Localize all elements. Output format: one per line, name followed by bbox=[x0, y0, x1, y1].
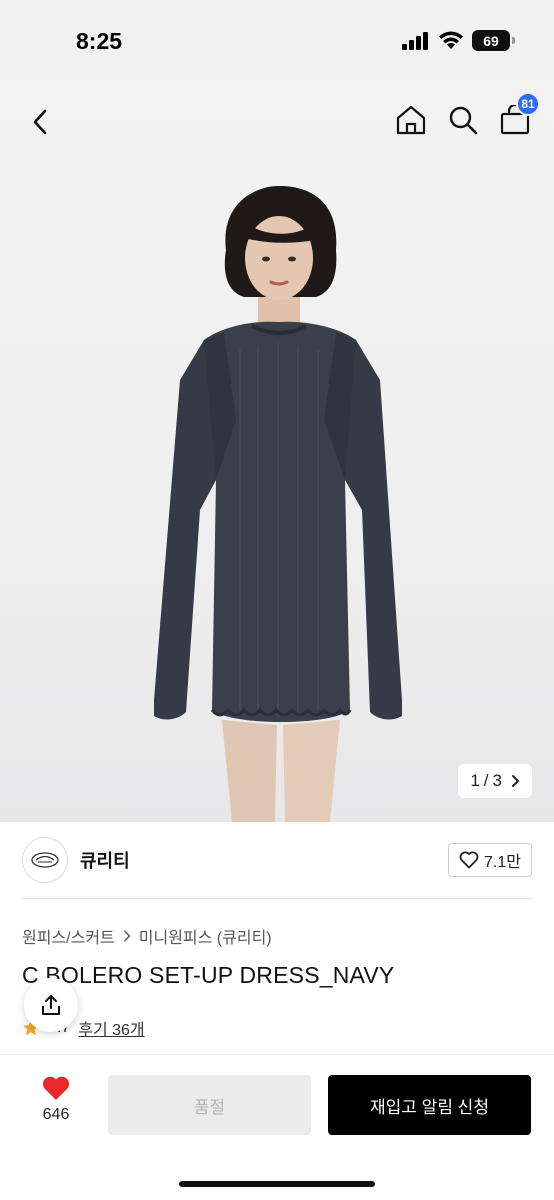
image-pager[interactable]: 1/3 bbox=[458, 764, 532, 798]
sold-out-button: 품절 bbox=[108, 1075, 311, 1135]
brand-row: 큐리티 7.1만 bbox=[22, 836, 532, 884]
product-like-count: 646 bbox=[42, 1106, 70, 1123]
bottom-action-bar: 646 품절 재입고 알림 신청 bbox=[0, 1054, 554, 1200]
brand-logo[interactable] bbox=[22, 837, 68, 883]
heart-outline-icon bbox=[459, 851, 479, 869]
brand-logo-icon bbox=[31, 852, 59, 868]
restock-alert-button[interactable]: 재입고 알림 신청 bbox=[328, 1075, 531, 1135]
cart-count-badge: 81 bbox=[516, 92, 540, 116]
pager-current: 1 bbox=[470, 771, 480, 790]
home-indicator bbox=[179, 1181, 375, 1187]
status-time: 8:25 bbox=[76, 28, 123, 54]
breadcrumb: 원피스/스커트 미니원피스 (큐리티) bbox=[22, 924, 272, 948]
review-count-link[interactable]: 후기 36개 bbox=[78, 1016, 144, 1040]
home-button[interactable] bbox=[392, 100, 430, 140]
brand-name[interactable]: 큐리티 bbox=[80, 847, 130, 873]
product-like-button[interactable]: 646 bbox=[30, 1075, 82, 1124]
status-bar: 8:25 69 bbox=[0, 0, 554, 80]
back-button[interactable] bbox=[22, 104, 58, 140]
wifi-icon bbox=[439, 31, 463, 49]
pager-total: 3 bbox=[492, 771, 502, 790]
cart-button[interactable]: 81 bbox=[496, 92, 540, 140]
breadcrumb-subcategory[interactable]: 미니원피스 (큐리티) bbox=[139, 924, 272, 948]
brand-like-button[interactable]: 7.1만 bbox=[448, 843, 532, 877]
brand-like-count: 7.1만 bbox=[484, 854, 521, 871]
product-title: C BOLERO SET-UP DRESS_NAVY bbox=[22, 962, 395, 988]
product-photo bbox=[154, 185, 402, 822]
search-button[interactable] bbox=[444, 100, 482, 140]
divider bbox=[22, 898, 532, 899]
status-icons: 69 bbox=[402, 30, 515, 51]
share-button[interactable] bbox=[24, 978, 78, 1032]
search-icon bbox=[449, 106, 478, 135]
signal-icon bbox=[402, 31, 428, 50]
home-icon bbox=[396, 105, 426, 135]
breadcrumb-category[interactable]: 원피스/스커트 bbox=[22, 924, 115, 948]
share-icon bbox=[42, 995, 60, 1015]
chevron-right-icon bbox=[123, 930, 131, 942]
product-image-gallery[interactable]: 81 1 / 3 bbox=[0, 80, 554, 822]
back-icon bbox=[33, 109, 47, 135]
chevron-right-icon bbox=[512, 775, 520, 787]
header-actions: 81 bbox=[392, 92, 540, 140]
battery-indicator: 69 bbox=[472, 30, 515, 51]
pager-separator: / bbox=[483, 771, 489, 790]
heart-filled-icon bbox=[42, 1076, 70, 1100]
